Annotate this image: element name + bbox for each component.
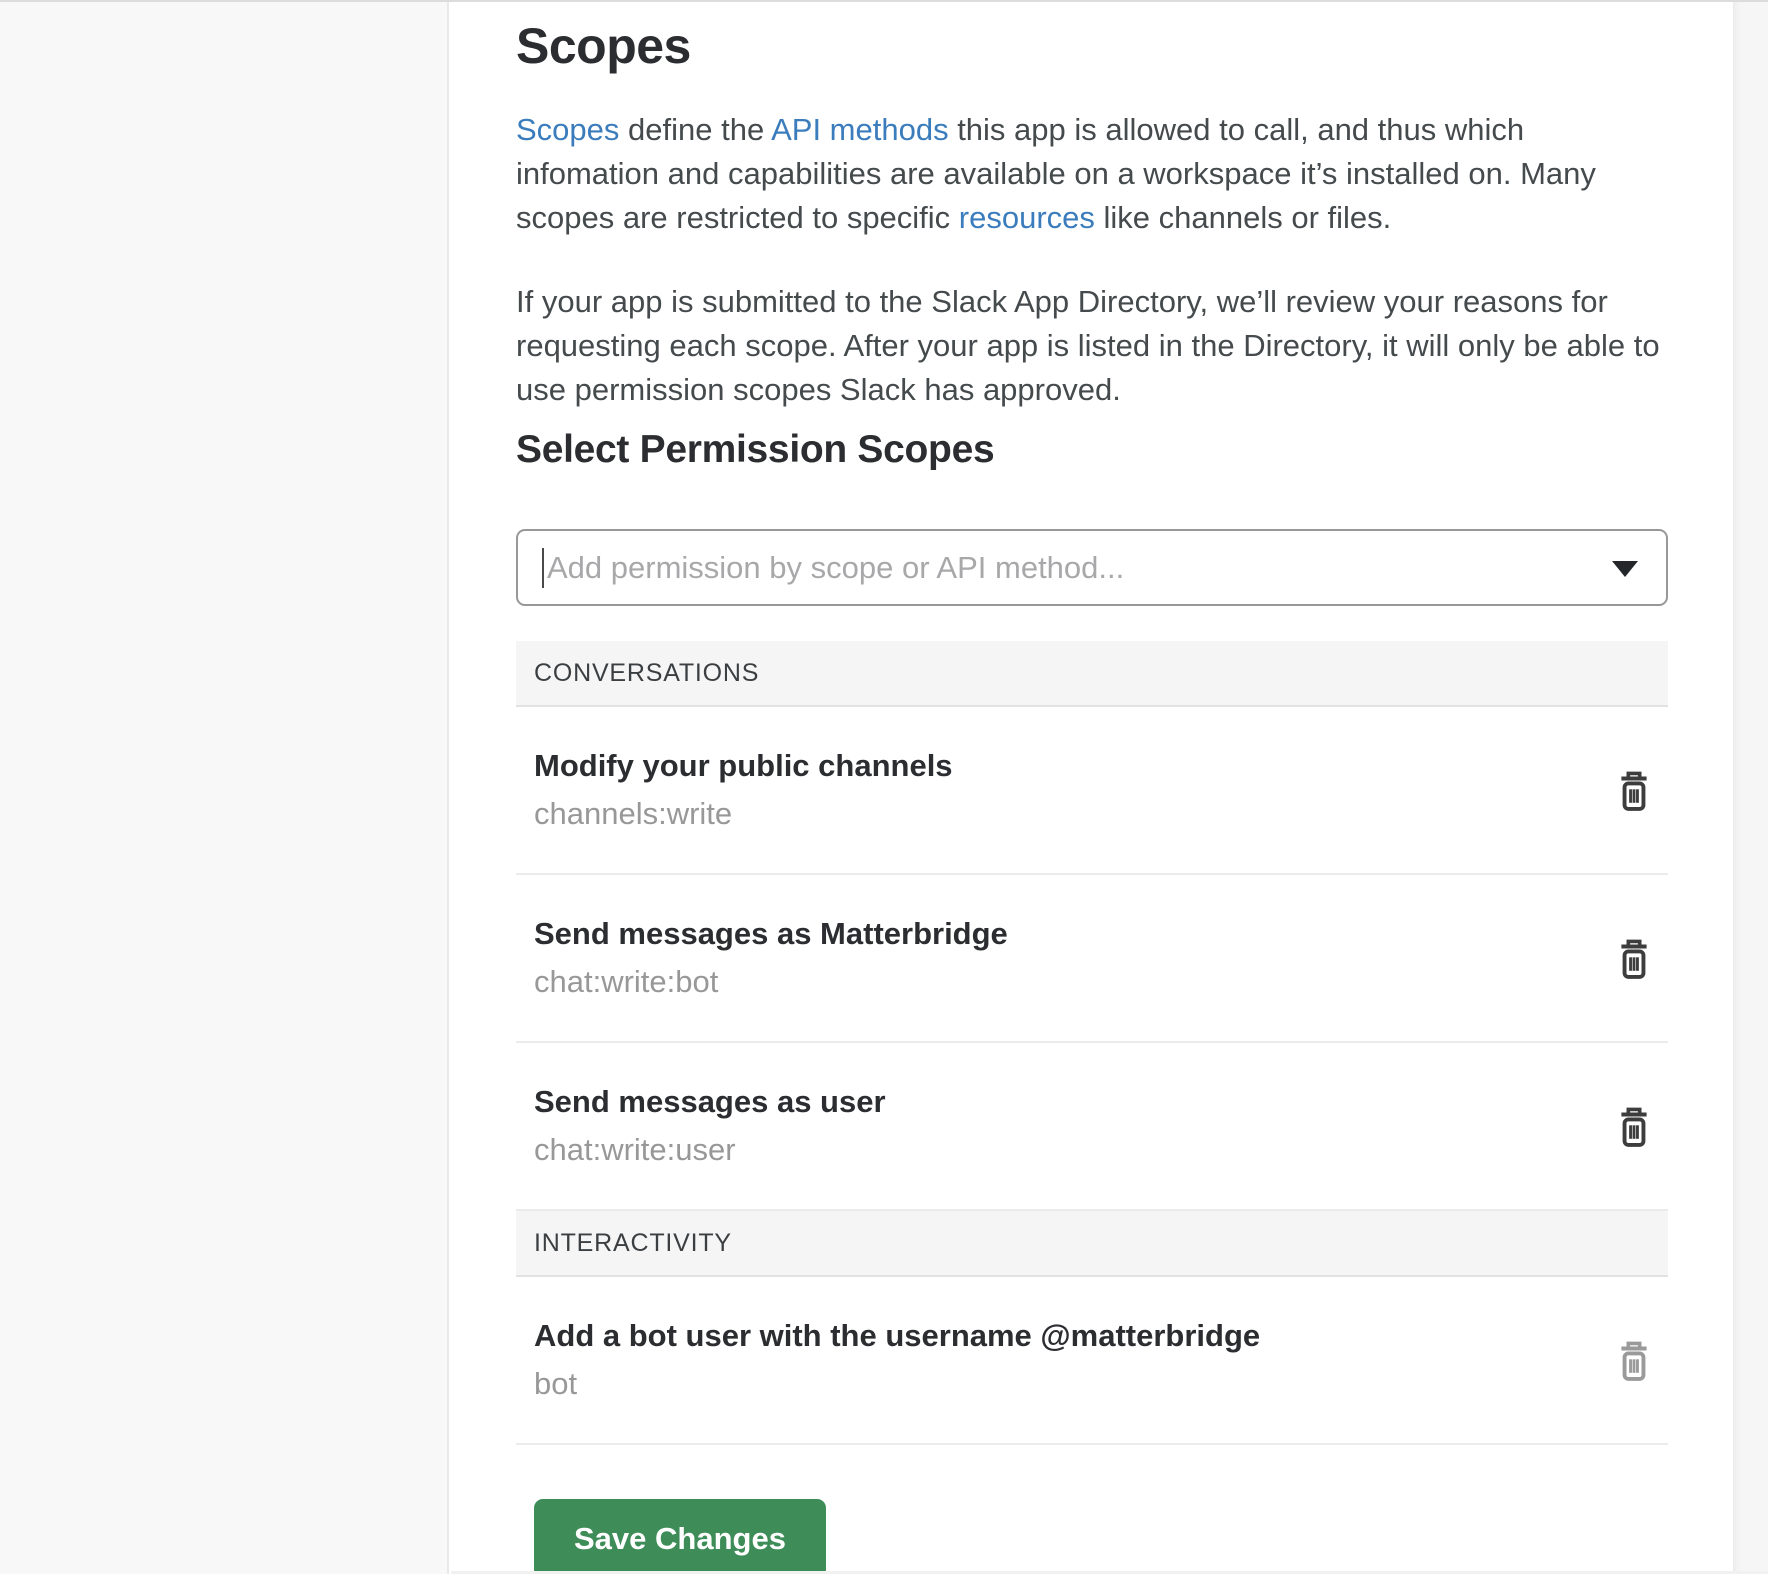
scope-search-select[interactable]: Add permission by scope or API method... [516, 529, 1668, 606]
scopes-list: CONVERSATIONSModify your public channels… [516, 641, 1668, 1445]
remove-scope-button[interactable] [1610, 1099, 1658, 1153]
scope-item-code: chat:write:bot [534, 963, 1578, 1001]
inline-link[interactable]: Scopes [516, 112, 619, 147]
inline-link[interactable]: API methods [771, 112, 948, 147]
trash-icon-glyph [1616, 768, 1652, 813]
scope-item-title: Send messages as user [534, 1083, 1578, 1121]
scope-item: Send messages as user chat:write:user [516, 1043, 1668, 1211]
scope-item: Send messages as Matterbridge chat:write:… [516, 875, 1668, 1043]
scope-item-title: Add a bot user with the username @matter… [534, 1317, 1578, 1355]
remove-scope-button[interactable] [1610, 1333, 1658, 1387]
scope-section-header: CONVERSATIONS [516, 641, 1668, 707]
trash-icon-glyph [1616, 936, 1652, 981]
scope-item-title: Modify your public channels [534, 747, 1578, 785]
inline-link[interactable]: resources [959, 200, 1095, 235]
remove-scope-button[interactable] [1610, 931, 1658, 985]
scope-item-title: Send messages as Matterbridge [534, 915, 1578, 953]
scope-search-placeholder: Add permission by scope or API method... [547, 550, 1124, 586]
caret-down-icon[interactable] [1612, 561, 1638, 577]
scopes-panel: Scopes Scopes define the API methods thi… [451, 0, 1733, 1574]
window-top-border [0, 0, 1768, 2]
scope-item-code: channels:write [534, 795, 1578, 833]
scope-item: Modify your public channels channels:writ… [516, 707, 1668, 875]
right-scroll-gutter[interactable] [1733, 0, 1768, 1574]
scope-section-header: INTERACTIVITY [516, 1211, 1668, 1277]
left-sidebar [0, 0, 449, 1574]
scope-item: Add a bot user with the username @matter… [516, 1277, 1668, 1445]
intro-text-segment: define the [619, 112, 771, 147]
text-cursor [542, 548, 544, 588]
intro-paragraph-2: If your app is submitted to the Slack Ap… [516, 280, 1668, 412]
select-permission-scopes-heading: Select Permission Scopes [516, 426, 1668, 474]
remove-scope-button[interactable] [1610, 763, 1658, 817]
intro-paragraph-1: Scopes define the API methods this app i… [516, 108, 1668, 240]
trash-icon-glyph [1616, 1338, 1652, 1383]
save-changes-button[interactable]: Save Changes [534, 1499, 826, 1574]
intro-text-segment: like channels or files. [1095, 200, 1391, 235]
page-title: Scopes [516, 16, 1668, 76]
scope-item-code: chat:write:user [534, 1131, 1578, 1169]
scope-item-code: bot [534, 1365, 1578, 1403]
trash-icon-glyph [1616, 1104, 1652, 1149]
